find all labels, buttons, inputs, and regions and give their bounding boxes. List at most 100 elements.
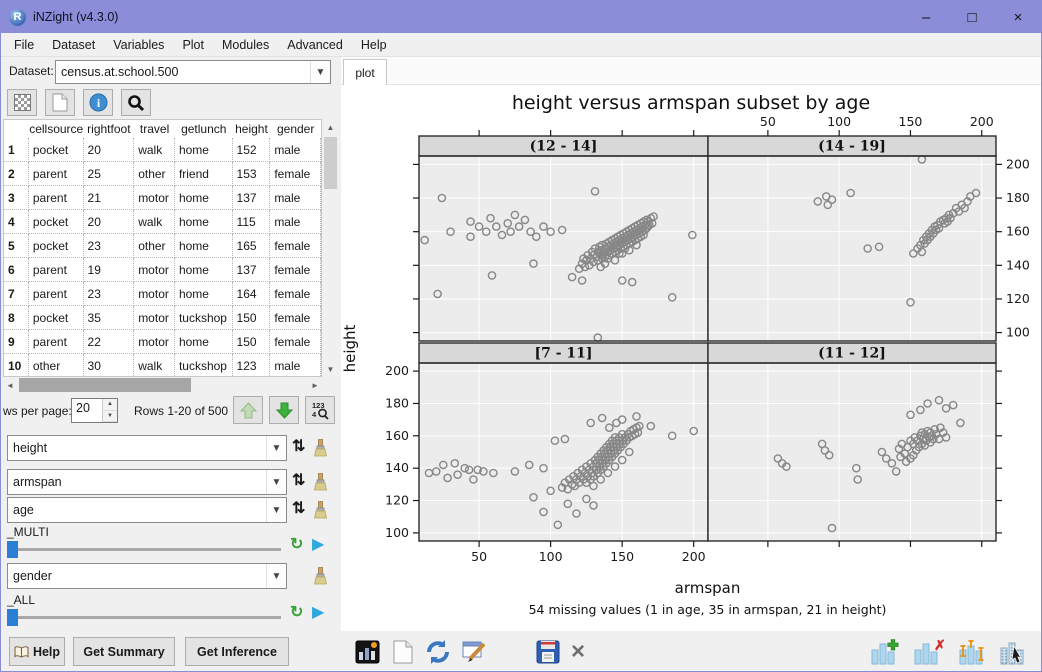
scroll-left-icon[interactable]: ◄ bbox=[3, 381, 17, 390]
interact-plot-icon[interactable] bbox=[999, 638, 1029, 666]
variable2-combobox[interactable]: armspan ▼ bbox=[7, 469, 287, 495]
table-cell: walk bbox=[134, 138, 175, 162]
brush-variable3-icon[interactable] bbox=[312, 501, 329, 519]
brush-variable4-icon[interactable] bbox=[312, 567, 329, 585]
scroll-up-icon[interactable]: ▲ bbox=[322, 119, 339, 135]
menu-plot[interactable]: Plot bbox=[173, 38, 213, 52]
pattern-view-button[interactable] bbox=[7, 89, 37, 116]
table-cell: motor bbox=[134, 282, 175, 306]
table-row[interactable]: 8pocket35motortuckshop150female bbox=[4, 306, 321, 330]
horizontal-scroll-thumb[interactable] bbox=[19, 378, 191, 392]
close-plot-icon[interactable]: × bbox=[571, 640, 585, 664]
rows-per-page-spinner[interactable]: 20 ▲▼ bbox=[71, 398, 118, 423]
table-vertical-scrollbar[interactable]: ▲ ▼ bbox=[322, 119, 339, 377]
all-slider-handle[interactable] bbox=[7, 609, 18, 626]
dataset-combobox[interactable]: census.at.school.500 ▼ bbox=[55, 60, 331, 84]
page-down-button[interactable] bbox=[269, 396, 299, 424]
get-summary-button[interactable]: Get Summary bbox=[73, 637, 175, 666]
column-header[interactable]: travel bbox=[134, 120, 175, 138]
multi-slider-handle[interactable] bbox=[7, 541, 18, 558]
close-button[interactable]: × bbox=[995, 1, 1041, 33]
page-up-button[interactable] bbox=[233, 396, 263, 424]
help-button[interactable]: Help bbox=[9, 637, 65, 666]
column-header[interactable]: gender bbox=[270, 120, 321, 138]
column-header[interactable]: cellsource bbox=[29, 120, 84, 138]
menu-dataset[interactable]: Dataset bbox=[43, 38, 104, 52]
column-header[interactable]: rightfoot bbox=[84, 120, 135, 138]
table-cell: female bbox=[270, 258, 321, 282]
table-cell: female bbox=[270, 282, 321, 306]
inference-info-icon[interactable] bbox=[956, 638, 988, 666]
edit-plot-icon[interactable] bbox=[462, 639, 490, 665]
table-row[interactable]: 6parent19motorhome137female bbox=[4, 258, 321, 282]
goto-row-button[interactable]: 123 4 bbox=[305, 396, 335, 424]
table-row[interactable]: 5pocket23otherhome165female bbox=[4, 234, 321, 258]
maximize-button[interactable]: □ bbox=[949, 1, 995, 33]
book-icon bbox=[14, 646, 29, 658]
chevron-down-icon: ▼ bbox=[310, 61, 330, 83]
save-plot-icon[interactable] bbox=[536, 640, 560, 664]
refresh-plot-icon[interactable] bbox=[425, 639, 451, 665]
menu-modules[interactable]: Modules bbox=[213, 38, 278, 52]
tab-plot-label: plot bbox=[355, 66, 374, 80]
column-header[interactable]: height bbox=[233, 120, 271, 138]
table-row[interactable]: 1pocket20walkhome152male bbox=[4, 138, 321, 162]
table-row[interactable]: 3parent21motorhome137male bbox=[4, 186, 321, 210]
minimize-button[interactable]: – bbox=[903, 1, 949, 33]
swap-variable2-icon[interactable]: ⇅ bbox=[292, 473, 305, 489]
svg-text:4: 4 bbox=[312, 410, 317, 419]
table-horizontal-scrollbar[interactable]: ◄ ► bbox=[3, 377, 322, 393]
multi-slider-track[interactable] bbox=[9, 548, 281, 551]
menu-file[interactable]: File bbox=[5, 38, 43, 52]
variable1-combobox[interactable]: height ▼ bbox=[7, 435, 287, 461]
get-inference-button[interactable]: Get Inference bbox=[185, 637, 289, 666]
table-cell: walk bbox=[134, 210, 175, 234]
plot-settings-icon[interactable] bbox=[355, 639, 381, 665]
all-slider-track[interactable] bbox=[9, 616, 281, 619]
variable1-value: height bbox=[8, 441, 266, 455]
new-plot-icon[interactable] bbox=[392, 639, 414, 665]
page-up-icon bbox=[239, 401, 258, 420]
variable3-combobox[interactable]: age ▼ bbox=[7, 497, 287, 523]
new-document-button[interactable] bbox=[45, 89, 75, 116]
menu-advanced[interactable]: Advanced bbox=[278, 38, 352, 52]
vertical-scroll-thumb[interactable] bbox=[324, 137, 337, 189]
menu-variables[interactable]: Variables bbox=[104, 38, 173, 52]
svg-text:180: 180 bbox=[385, 395, 409, 410]
swap-variable3-icon[interactable]: ⇅ bbox=[292, 501, 305, 517]
all-play-icon[interactable]: ▶ bbox=[312, 605, 324, 621]
scroll-down-icon[interactable]: ▼ bbox=[322, 361, 339, 377]
svg-text:100: 100 bbox=[1006, 325, 1030, 340]
all-replay-icon[interactable]: ↻ bbox=[290, 605, 303, 621]
remove-from-plot-icon[interactable]: ✗ bbox=[913, 638, 945, 666]
brush-variable2-icon[interactable] bbox=[312, 473, 329, 491]
table-row[interactable]: 4pocket20walkhome115male bbox=[4, 210, 321, 234]
table-row[interactable]: 7parent23motorhome164female bbox=[4, 282, 321, 306]
multi-play-icon[interactable]: ▶ bbox=[312, 537, 324, 553]
scroll-right-icon[interactable]: ► bbox=[308, 377, 322, 393]
row-number-cell: 3 bbox=[4, 186, 29, 210]
brush-variable1-icon[interactable] bbox=[312, 439, 329, 457]
variable4-combobox[interactable]: gender ▼ bbox=[7, 563, 287, 589]
table-row[interactable]: 9parent22motorhome150female bbox=[4, 330, 321, 354]
table-cell: other bbox=[134, 234, 175, 258]
menu-help[interactable]: Help bbox=[352, 38, 396, 52]
data-table[interactable]: cellsourcerightfoottravelgetlunchheightg… bbox=[3, 119, 322, 377]
spinner-arrows[interactable]: ▲▼ bbox=[102, 399, 117, 422]
add-to-plot-icon[interactable] bbox=[870, 638, 902, 666]
svg-text:180: 180 bbox=[1006, 190, 1030, 205]
search-button[interactable] bbox=[121, 89, 151, 116]
table-cell: female bbox=[270, 234, 321, 258]
table-cell: 150 bbox=[233, 306, 271, 330]
table-cell: pocket bbox=[29, 210, 84, 234]
scatter-plot-canvas[interactable]: height versus armspan subset by age(12 -… bbox=[341, 85, 1042, 631]
table-row[interactable]: 2parent25otherfriend153female bbox=[4, 162, 321, 186]
swap-variable1-icon[interactable]: ⇅ bbox=[292, 439, 305, 455]
tab-plot[interactable]: plot bbox=[343, 59, 387, 85]
column-header[interactable] bbox=[4, 120, 29, 138]
svg-text:120: 120 bbox=[1006, 291, 1030, 306]
multi-replay-icon[interactable]: ↻ bbox=[290, 537, 303, 553]
table-row[interactable]: 10other30walktuckshop123male bbox=[4, 354, 321, 378]
column-header[interactable]: getlunch bbox=[175, 120, 233, 138]
info-button[interactable]: i bbox=[83, 89, 113, 116]
